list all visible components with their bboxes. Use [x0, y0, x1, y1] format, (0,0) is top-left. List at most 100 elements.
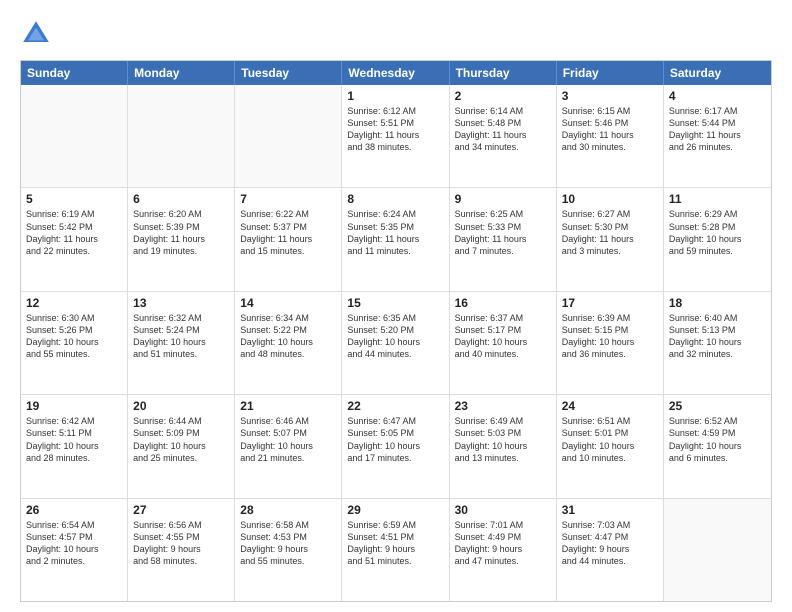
day-cell-24: 24 Sunrise: 6:51 AMSunset: 5:01 PMDayligh…	[557, 395, 664, 497]
day-cell-27: 27 Sunrise: 6:56 AMSunset: 4:55 PMDayligh…	[128, 499, 235, 601]
day-cell-4: 4Sunrise: 6:17 AMSunset: 5:44 PMDaylight…	[664, 85, 771, 187]
day-cell-11: 11 Sunrise: 6:29 AMSunset: 5:28 PMDayligh…	[664, 188, 771, 290]
day-info: Sunrise: 6:39 AMSunset: 5:15 PMDaylight:…	[562, 312, 658, 361]
day-number: 31	[562, 503, 658, 517]
calendar-header: SundayMondayTuesdayWednesdayThursdayFrid…	[21, 61, 771, 85]
empty-cell-0-0	[21, 85, 128, 187]
day-info: Sunrise: 6:54 AMSunset: 4:57 PMDaylight:…	[26, 519, 122, 568]
day-info: Sunrise: 6:58 AMSunset: 4:53 PMDaylight:…	[240, 519, 336, 568]
day-number: 1	[347, 89, 443, 103]
day-info: Sunrise: 6:35 AMSunset: 5:20 PMDaylight:…	[347, 312, 443, 361]
day-info: Sunrise: 6:19 AMSunset: 5:42 PMDaylight:…	[26, 208, 122, 257]
day-info: Sunrise: 6:44 AMSunset: 5:09 PMDaylight:…	[133, 415, 229, 464]
day-cell-15: 15 Sunrise: 6:35 AMSunset: 5:20 PMDayligh…	[342, 292, 449, 394]
day-number: 25	[669, 399, 766, 413]
day-cell-7: 7 Sunrise: 6:22 AMSunset: 5:37 PMDaylight…	[235, 188, 342, 290]
calendar-row-5: 26 Sunrise: 6:54 AMSunset: 4:57 PMDayligh…	[21, 499, 771, 601]
day-info: Sunrise: 6:59 AMSunset: 4:51 PMDaylight:…	[347, 519, 443, 568]
day-cell-18: 18 Sunrise: 6:40 AMSunset: 5:13 PMDayligh…	[664, 292, 771, 394]
day-cell-6: 6 Sunrise: 6:20 AMSunset: 5:39 PMDaylight…	[128, 188, 235, 290]
day-info: Sunrise: 6:46 AMSunset: 5:07 PMDaylight:…	[240, 415, 336, 464]
day-cell-16: 16Sunrise: 6:37 AMSunset: 5:17 PMDayligh…	[450, 292, 557, 394]
day-number: 15	[347, 296, 443, 310]
day-info: Sunrise: 6:42 AMSunset: 5:11 PMDaylight:…	[26, 415, 122, 464]
day-cell-14: 14Sunrise: 6:34 AMSunset: 5:22 PMDayligh…	[235, 292, 342, 394]
day-number: 4	[669, 89, 766, 103]
day-number: 2	[455, 89, 551, 103]
day-number: 18	[669, 296, 766, 310]
day-number: 27	[133, 503, 229, 517]
day-number: 22	[347, 399, 443, 413]
day-info: Sunrise: 6:20 AMSunset: 5:39 PMDaylight:…	[133, 208, 229, 257]
day-number: 5	[26, 192, 122, 206]
day-cell-1: 1Sunrise: 6:12 AMSunset: 5:51 PMDaylight…	[342, 85, 449, 187]
day-number: 19	[26, 399, 122, 413]
day-cell-23: 23 Sunrise: 6:49 AMSunset: 5:03 PMDayligh…	[450, 395, 557, 497]
day-number: 24	[562, 399, 658, 413]
weekday-header-friday: Friday	[557, 61, 664, 85]
day-info: Sunrise: 6:47 AMSunset: 5:05 PMDaylight:…	[347, 415, 443, 464]
day-info: Sunrise: 6:49 AMSunset: 5:03 PMDaylight:…	[455, 415, 551, 464]
day-info: Sunrise: 6:40 AMSunset: 5:13 PMDaylight:…	[669, 312, 766, 361]
empty-cell-4-6	[664, 499, 771, 601]
calendar-row-1: 1Sunrise: 6:12 AMSunset: 5:51 PMDaylight…	[21, 85, 771, 188]
day-number: 8	[347, 192, 443, 206]
calendar-row-2: 5 Sunrise: 6:19 AMSunset: 5:42 PMDaylight…	[21, 188, 771, 291]
day-number: 14	[240, 296, 336, 310]
day-number: 28	[240, 503, 336, 517]
day-number: 10	[562, 192, 658, 206]
day-number: 9	[455, 192, 551, 206]
weekday-header-wednesday: Wednesday	[342, 61, 449, 85]
day-info: Sunrise: 6:30 AMSunset: 5:26 PMDaylight:…	[26, 312, 122, 361]
day-cell-9: 9Sunrise: 6:25 AMSunset: 5:33 PMDaylight…	[450, 188, 557, 290]
calendar-row-3: 12Sunrise: 6:30 AMSunset: 5:26 PMDayligh…	[21, 292, 771, 395]
day-cell-30: 30Sunrise: 7:01 AMSunset: 4:49 PMDayligh…	[450, 499, 557, 601]
day-cell-31: 31Sunrise: 7:03 AMSunset: 4:47 PMDayligh…	[557, 499, 664, 601]
weekday-header-thursday: Thursday	[450, 61, 557, 85]
weekday-header-sunday: Sunday	[21, 61, 128, 85]
day-cell-21: 21 Sunrise: 6:46 AMSunset: 5:07 PMDayligh…	[235, 395, 342, 497]
day-cell-28: 28 Sunrise: 6:58 AMSunset: 4:53 PMDayligh…	[235, 499, 342, 601]
day-info: Sunrise: 6:51 AMSunset: 5:01 PMDaylight:…	[562, 415, 658, 464]
day-cell-5: 5 Sunrise: 6:19 AMSunset: 5:42 PMDaylight…	[21, 188, 128, 290]
day-cell-10: 10Sunrise: 6:27 AMSunset: 5:30 PMDayligh…	[557, 188, 664, 290]
day-cell-13: 13Sunrise: 6:32 AMSunset: 5:24 PMDayligh…	[128, 292, 235, 394]
calendar-body: 1Sunrise: 6:12 AMSunset: 5:51 PMDaylight…	[21, 85, 771, 601]
day-info: Sunrise: 6:15 AMSunset: 5:46 PMDaylight:…	[562, 105, 658, 154]
day-cell-19: 19 Sunrise: 6:42 AMSunset: 5:11 PMDayligh…	[21, 395, 128, 497]
page: SundayMondayTuesdayWednesdayThursdayFrid…	[0, 0, 792, 612]
day-cell-2: 2 Sunrise: 6:14 AMSunset: 5:48 PMDaylight…	[450, 85, 557, 187]
calendar-row-4: 19 Sunrise: 6:42 AMSunset: 5:11 PMDayligh…	[21, 395, 771, 498]
day-number: 16	[455, 296, 551, 310]
day-info: Sunrise: 6:22 AMSunset: 5:37 PMDaylight:…	[240, 208, 336, 257]
day-info: Sunrise: 6:56 AMSunset: 4:55 PMDaylight:…	[133, 519, 229, 568]
day-cell-12: 12Sunrise: 6:30 AMSunset: 5:26 PMDayligh…	[21, 292, 128, 394]
day-number: 7	[240, 192, 336, 206]
day-cell-3: 3Sunrise: 6:15 AMSunset: 5:46 PMDaylight…	[557, 85, 664, 187]
day-info: Sunrise: 6:24 AMSunset: 5:35 PMDaylight:…	[347, 208, 443, 257]
weekday-header-monday: Monday	[128, 61, 235, 85]
day-number: 20	[133, 399, 229, 413]
day-number: 13	[133, 296, 229, 310]
day-number: 11	[669, 192, 766, 206]
day-number: 6	[133, 192, 229, 206]
logo-icon	[20, 18, 52, 50]
day-cell-29: 29 Sunrise: 6:59 AMSunset: 4:51 PMDayligh…	[342, 499, 449, 601]
day-info: Sunrise: 6:29 AMSunset: 5:28 PMDaylight:…	[669, 208, 766, 257]
day-number: 21	[240, 399, 336, 413]
empty-cell-0-2	[235, 85, 342, 187]
day-cell-17: 17Sunrise: 6:39 AMSunset: 5:15 PMDayligh…	[557, 292, 664, 394]
day-number: 23	[455, 399, 551, 413]
day-cell-25: 25 Sunrise: 6:52 AMSunset: 4:59 PMDayligh…	[664, 395, 771, 497]
logo	[20, 18, 58, 50]
day-info: Sunrise: 6:14 AMSunset: 5:48 PMDaylight:…	[455, 105, 551, 154]
day-info: Sunrise: 7:01 AMSunset: 4:49 PMDaylight:…	[455, 519, 551, 568]
calendar: SundayMondayTuesdayWednesdayThursdayFrid…	[20, 60, 772, 602]
day-number: 26	[26, 503, 122, 517]
day-cell-20: 20 Sunrise: 6:44 AMSunset: 5:09 PMDayligh…	[128, 395, 235, 497]
header	[20, 18, 772, 50]
day-cell-8: 8 Sunrise: 6:24 AMSunset: 5:35 PMDaylight…	[342, 188, 449, 290]
day-number: 29	[347, 503, 443, 517]
day-info: Sunrise: 6:52 AMSunset: 4:59 PMDaylight:…	[669, 415, 766, 464]
weekday-header-tuesday: Tuesday	[235, 61, 342, 85]
